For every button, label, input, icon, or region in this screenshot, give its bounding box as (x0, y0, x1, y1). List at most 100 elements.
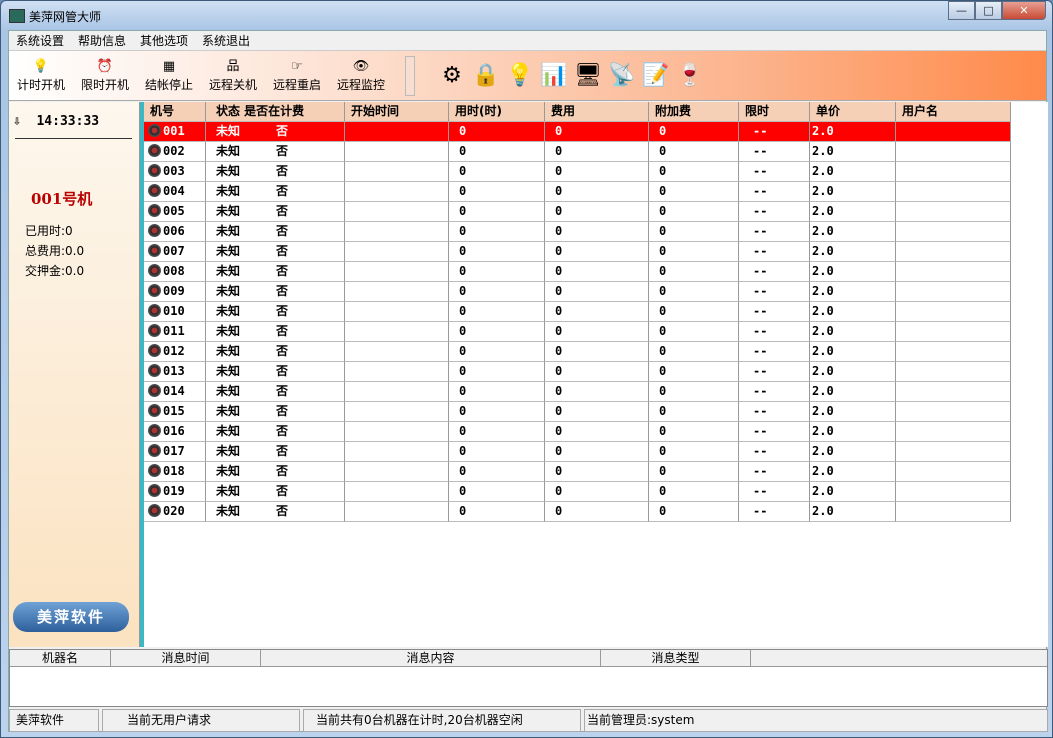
cell (345, 122, 449, 142)
cell: -- (739, 402, 810, 422)
cell (896, 362, 1011, 382)
column-header[interactable]: 用时(时) (449, 102, 545, 122)
cell: 0 (449, 282, 545, 302)
machine-state: 未知 (216, 424, 241, 438)
column-header[interactable]: 开始时间 (345, 102, 449, 122)
col-machine-name[interactable]: 机器名 (10, 650, 111, 666)
menu-exit[interactable]: 系统退出 (195, 32, 257, 49)
cell: -- (739, 222, 810, 242)
machine-state: 未知 (216, 444, 241, 458)
col-message-time[interactable]: 消息时间 (111, 650, 261, 666)
machine-id: 016 (163, 424, 185, 438)
column-header[interactable]: 状态 是否在计费 (206, 102, 345, 122)
table-row[interactable]: 011 未知否 0 0 0 -- 2.0 (144, 322, 1011, 342)
notes-icon[interactable]: 📝 (639, 61, 673, 91)
machine-id: 006 (163, 224, 185, 238)
table-row[interactable]: 019 未知否 0 0 0 -- 2.0 (144, 482, 1011, 502)
toolbar-button-1[interactable]: ⏰ 限时开机 (73, 58, 137, 93)
table-row[interactable]: 016 未知否 0 0 0 -- 2.0 (144, 422, 1011, 442)
machine-state: 未知 (216, 504, 241, 518)
meiping-logo: 美萍软件 (13, 602, 129, 632)
table-row[interactable]: 010 未知否 0 0 0 -- 2.0 (144, 302, 1011, 322)
table-row[interactable]: 002 未知否 0 0 0 -- 2.0 (144, 142, 1011, 162)
table-row[interactable]: 003 未知否 0 0 0 -- 2.0 (144, 162, 1011, 182)
close-button[interactable]: ✕ (1002, 1, 1046, 20)
table-row[interactable]: 015 未知否 0 0 0 -- 2.0 (144, 402, 1011, 422)
table-row[interactable]: 014 未知否 0 0 0 -- 2.0 (144, 382, 1011, 402)
table-row[interactable]: 018 未知否 0 0 0 -- 2.0 (144, 462, 1011, 482)
machine-status-icon (148, 204, 161, 217)
toolbar-button-4[interactable]: ☞ 远程重启 (265, 58, 329, 93)
machine-state: 未知 (216, 124, 241, 138)
billing-flag: 否 (276, 444, 289, 458)
minimize-button[interactable]: — (948, 1, 975, 20)
toolbar-button-3[interactable]: 品远程关机 (201, 58, 265, 93)
cell: 2.0 (810, 162, 896, 182)
toolbar: 💡 计时开机 ⏰ 限时开机 ▦ 结帐停止品远程关机 ☞ 远程重启 👁 远程监控 ⚙ 🔒 💡 📊 🖥 📡 📝 🍷 (9, 51, 1046, 101)
table-row[interactable]: 020 未知否 0 0 0 -- 2.0 (144, 502, 1011, 522)
machine-status-icon (148, 444, 161, 457)
billing-flag: 否 (276, 124, 289, 138)
menu-system-settings[interactable]: 系统设置 (9, 32, 71, 49)
cell: 0 (449, 122, 545, 142)
bar-chart-icon[interactable]: 📊 (537, 61, 571, 91)
title-bar: 美萍网管大师 (9, 6, 101, 26)
billing-flag: 否 (276, 204, 289, 218)
toolbar-label: 结帐停止 (144, 78, 193, 92)
cell: 2.0 (810, 282, 896, 302)
machine-id: 002 (163, 144, 185, 158)
cell: 2.0 (810, 462, 896, 482)
table-row[interactable]: 017 未知否 0 0 0 -- 2.0 (144, 442, 1011, 462)
cell: 0 (545, 282, 649, 302)
bulb-icon[interactable]: 💡 (503, 61, 537, 91)
table-row[interactable]: 007 未知否 0 0 0 -- 2.0 (144, 242, 1011, 262)
menu-other-options[interactable]: 其他选项 (133, 32, 195, 49)
cell (896, 122, 1011, 142)
toolbar-button-2[interactable]: ▦ 结帐停止 (137, 58, 201, 93)
col-message-type[interactable]: 消息类型 (601, 650, 751, 666)
cell: -- (739, 302, 810, 322)
toolbar-label: 远程监控 (336, 78, 385, 92)
table-row[interactable]: 006 未知否 0 0 0 -- 2.0 (144, 222, 1011, 242)
billing-flag: 否 (276, 304, 289, 318)
column-header[interactable]: 费用 (545, 102, 649, 122)
machine-state: 未知 (216, 344, 241, 358)
toolbar-button-5[interactable]: 👁 远程监控 (329, 58, 393, 93)
cell: 0 (449, 142, 545, 162)
cell: 0 (545, 322, 649, 342)
toolbar-button-0[interactable]: 💡 计时开机 (9, 58, 73, 93)
cell (345, 402, 449, 422)
settings-gear-icon[interactable]: ⚙ (435, 61, 469, 91)
menu-help[interactable]: 帮助信息 (71, 32, 133, 49)
wine-icon[interactable]: 🍷 (673, 61, 707, 91)
table-row[interactable]: 004 未知否 0 0 0 -- 2.0 (144, 182, 1011, 202)
cell: 2.0 (810, 402, 896, 422)
machine-status-icon (148, 384, 161, 397)
cell: 0 (649, 242, 739, 262)
cell: 0 (649, 162, 739, 182)
column-header[interactable]: 用户名 (896, 102, 1011, 122)
cell: 0 (649, 502, 739, 522)
table-row[interactable]: 009 未知否 0 0 0 -- 2.0 (144, 282, 1011, 302)
lock-icon[interactable]: 🔒 (469, 61, 503, 91)
column-header[interactable]: 限时 (739, 102, 810, 122)
table-row[interactable]: 008 未知否 0 0 0 -- 2.0 (144, 262, 1011, 282)
column-header[interactable]: 附加费 (649, 102, 739, 122)
satellite-icon[interactable]: 📡 (605, 61, 639, 91)
cell (345, 462, 449, 482)
billing-flag: 否 (276, 284, 289, 298)
computers-icon[interactable]: 🖥 (571, 61, 605, 91)
table-row[interactable]: 001 未知否 0 0 0 -- 2.0 (144, 122, 1011, 142)
billing-flag: 否 (276, 144, 289, 158)
column-header[interactable]: 单价 (810, 102, 896, 122)
machine-status-icon (148, 184, 161, 197)
table-row[interactable]: 005 未知否 0 0 0 -- 2.0 (144, 202, 1011, 222)
table-row[interactable]: 013 未知否 0 0 0 -- 2.0 (144, 362, 1011, 382)
maximize-button[interactable]: □ (975, 1, 1002, 20)
cell (896, 442, 1011, 462)
column-header[interactable]: 机号 (144, 102, 206, 122)
col-message-content[interactable]: 消息内容 (261, 650, 601, 666)
cell: 2.0 (810, 382, 896, 402)
machine-state: 未知 (216, 384, 241, 398)
table-row[interactable]: 012 未知否 0 0 0 -- 2.0 (144, 342, 1011, 362)
